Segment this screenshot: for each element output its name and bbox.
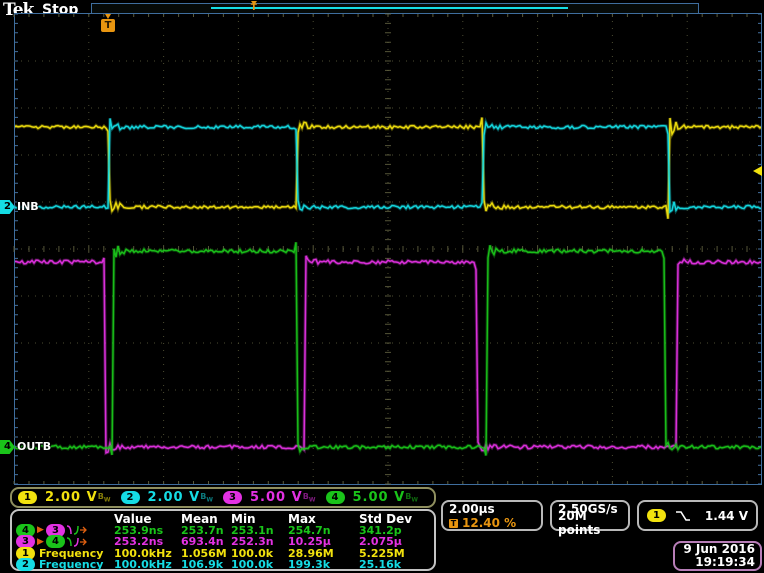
oscilloscope-screen: { "header": { "logo": "Tek", "status": "… [0,0,764,573]
measurement-panel: Value Mean Min Max Std Dev 4 ▶ 3 253.9ns… [10,509,436,571]
measurement-row-delay-3-4: 3 ▶ 4 253.2ns 693.4n 252.3n 10.25µ 2.075… [16,535,430,547]
channel-2-badge: 2 [121,491,140,504]
trigger-source-badge: 1 [647,509,666,522]
channel-4-readout[interactable]: 4 5.00 V BW [326,490,429,505]
trigger-position-icon: T [449,519,458,528]
arrow-icon: ▶ [37,537,44,547]
horizontal-readout-box[interactable]: 2.00µs T 12.40 % [441,500,543,531]
channel-4-trace-label: OUTB [17,440,51,453]
freq-ch2-max: 199.3k [288,558,359,571]
horizontal-trigger-position: 12.40 % [462,516,516,530]
measurement-header-row: Value Mean Min Max Std Dev [16,512,430,524]
channel-1-badge: 1 [18,491,37,504]
acquisition-readout-box[interactable]: 2.50GS/s 20M points [550,500,630,531]
datetime-box: 9 Jun 2016 19:19:34 [673,541,762,571]
bandwidth-icon: BW [200,492,213,504]
arrow-icon: ▶ [37,525,44,535]
channel-scale-bar: 1 2.00 V BW 2 2.00 V BW 3 5.00 V BW 4 5.… [10,487,436,508]
channel-3-badge: 3 [223,491,242,504]
freq-ch2-mean: 106.9k [181,558,231,571]
trigger-position-flag[interactable]: T [101,19,115,32]
measurement-row-frequency-ch2: 2 Frequency 100.0kHz 106.9k 100.0k 199.3… [16,558,430,570]
channel-1-readout[interactable]: 1 2.00 V BW [18,490,121,505]
falling-edge-icon [674,509,691,522]
bandwidth-icon: BW [98,492,111,504]
channel-2-readout[interactable]: 2 2.00 V BW [121,490,224,505]
freq-ch2-min: 100.0k [231,558,288,571]
channel-3-readout[interactable]: 3 5.00 V BW [223,490,326,505]
bandwidth-icon: BW [405,492,418,504]
horizontal-scale: 2.00µs [443,502,541,516]
channel-2-scale: 2.00 V [148,490,201,505]
measurement-row-frequency-ch1: 1 Frequency 100.0kHz 1.056M 100.0k 28.96… [16,547,430,559]
trigger-level: 1.44 V [705,509,748,523]
channel-4-scale: 5.00 V [353,490,406,505]
record-length: 20M points [552,516,628,530]
freq-ch2-value: 100.0kHz [114,558,181,571]
channel-4-badge: 4 [326,491,345,504]
measurement-row-delay-4-3: 4 ▶ 3 253.9ns 253.7n 253.1n 254.7n 341.2… [16,524,430,536]
freq-ch2-stddev: 25.16k [359,558,430,571]
measurement-name: Frequency [39,558,103,571]
trigger-readout-box[interactable]: 1 1.44 V [637,500,758,531]
trigger-level-arrow-icon[interactable] [753,166,762,176]
time-label: 19:19:34 [680,556,755,569]
channel-1-scale: 2.00 V [45,490,98,505]
channel-2-badge: 2 [16,558,35,571]
bandwidth-icon: BW [303,492,316,504]
channel-3-scale: 5.00 V [250,490,303,505]
channel-2-trace-label: INB [17,200,39,213]
